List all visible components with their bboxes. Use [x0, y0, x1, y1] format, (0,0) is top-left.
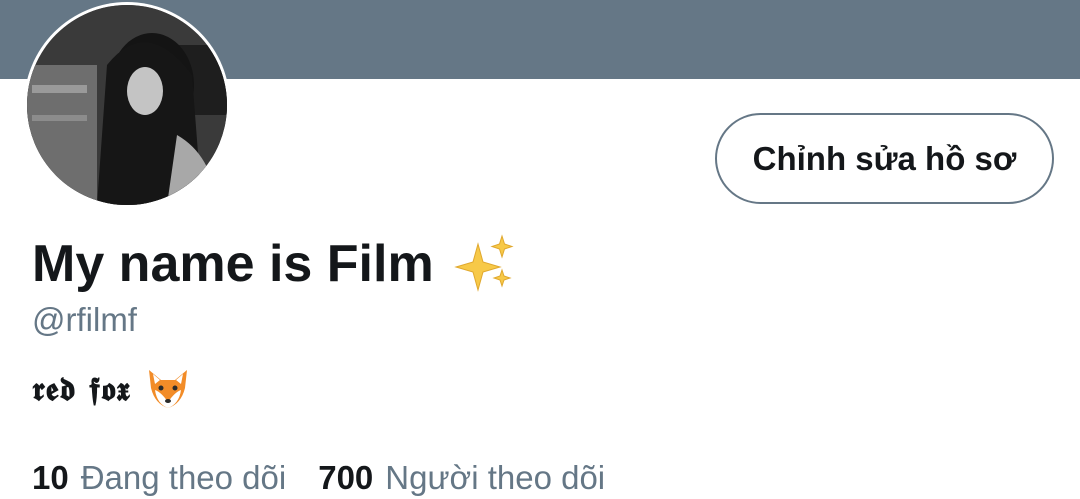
bio-text: 𝖗𝖊𝖉 𝖋𝖔𝖝: [32, 370, 131, 408]
followers-count: 700: [318, 459, 374, 496]
following-label: Đang theo dõi: [80, 459, 287, 496]
profile-header: Chỉnh sửa hồ sơ My name is Film @rfilmf …: [0, 0, 1080, 499]
profile-bio: 𝖗𝖊𝖉 𝖋𝖔𝖝: [32, 366, 191, 412]
avatar-photo: [27, 5, 227, 205]
avatar[interactable]: [27, 5, 227, 205]
edit-profile-button[interactable]: Chỉnh sửa hồ sơ: [715, 113, 1054, 204]
profile-display-name: My name is Film: [32, 232, 516, 296]
sparkles-emoji-icon: [452, 232, 516, 296]
fox-emoji-icon: [145, 366, 191, 412]
profile-stats: 10 Đang theo dõi 700 Người theo dõi: [32, 458, 605, 498]
profile-handle: @rfilmf: [32, 301, 137, 338]
display-name-text: My name is Film: [32, 235, 434, 293]
followers-stat-link[interactable]: 700 Người theo dõi: [318, 458, 605, 498]
following-stat-link[interactable]: 10 Đang theo dõi: [32, 458, 286, 498]
following-count: 10: [32, 459, 69, 496]
followers-label: Người theo dõi: [385, 459, 606, 496]
